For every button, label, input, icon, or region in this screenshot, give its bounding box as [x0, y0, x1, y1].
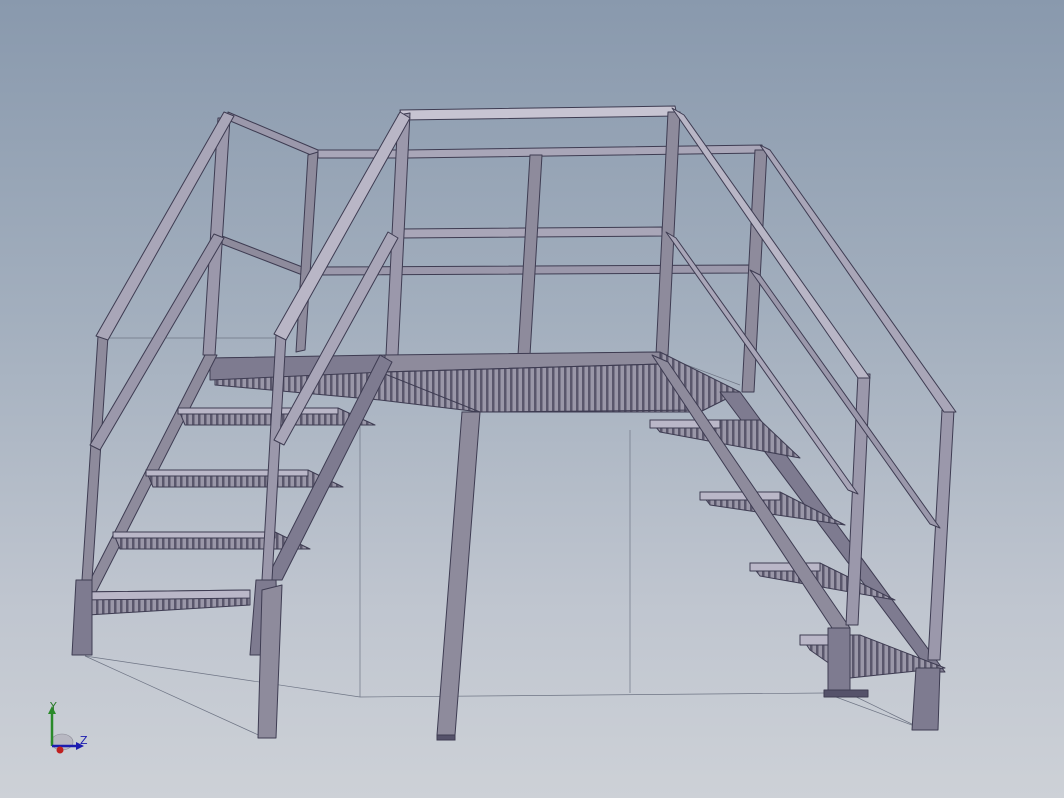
- axis-y-label: Y: [50, 700, 57, 713]
- reference-triad: Y Z: [40, 698, 96, 758]
- axis-z-label: Z: [80, 734, 88, 747]
- graphics-viewport[interactable]: Y Z: [0, 0, 1064, 798]
- staircase-platform-model[interactable]: [0, 0, 1064, 798]
- back-railing: [221, 105, 768, 393]
- right-stair[interactable]: [649, 107, 957, 731]
- platform-legs: [436, 411, 481, 741]
- left-stair[interactable]: [71, 111, 411, 739]
- triad-axes-icon: [48, 706, 84, 754]
